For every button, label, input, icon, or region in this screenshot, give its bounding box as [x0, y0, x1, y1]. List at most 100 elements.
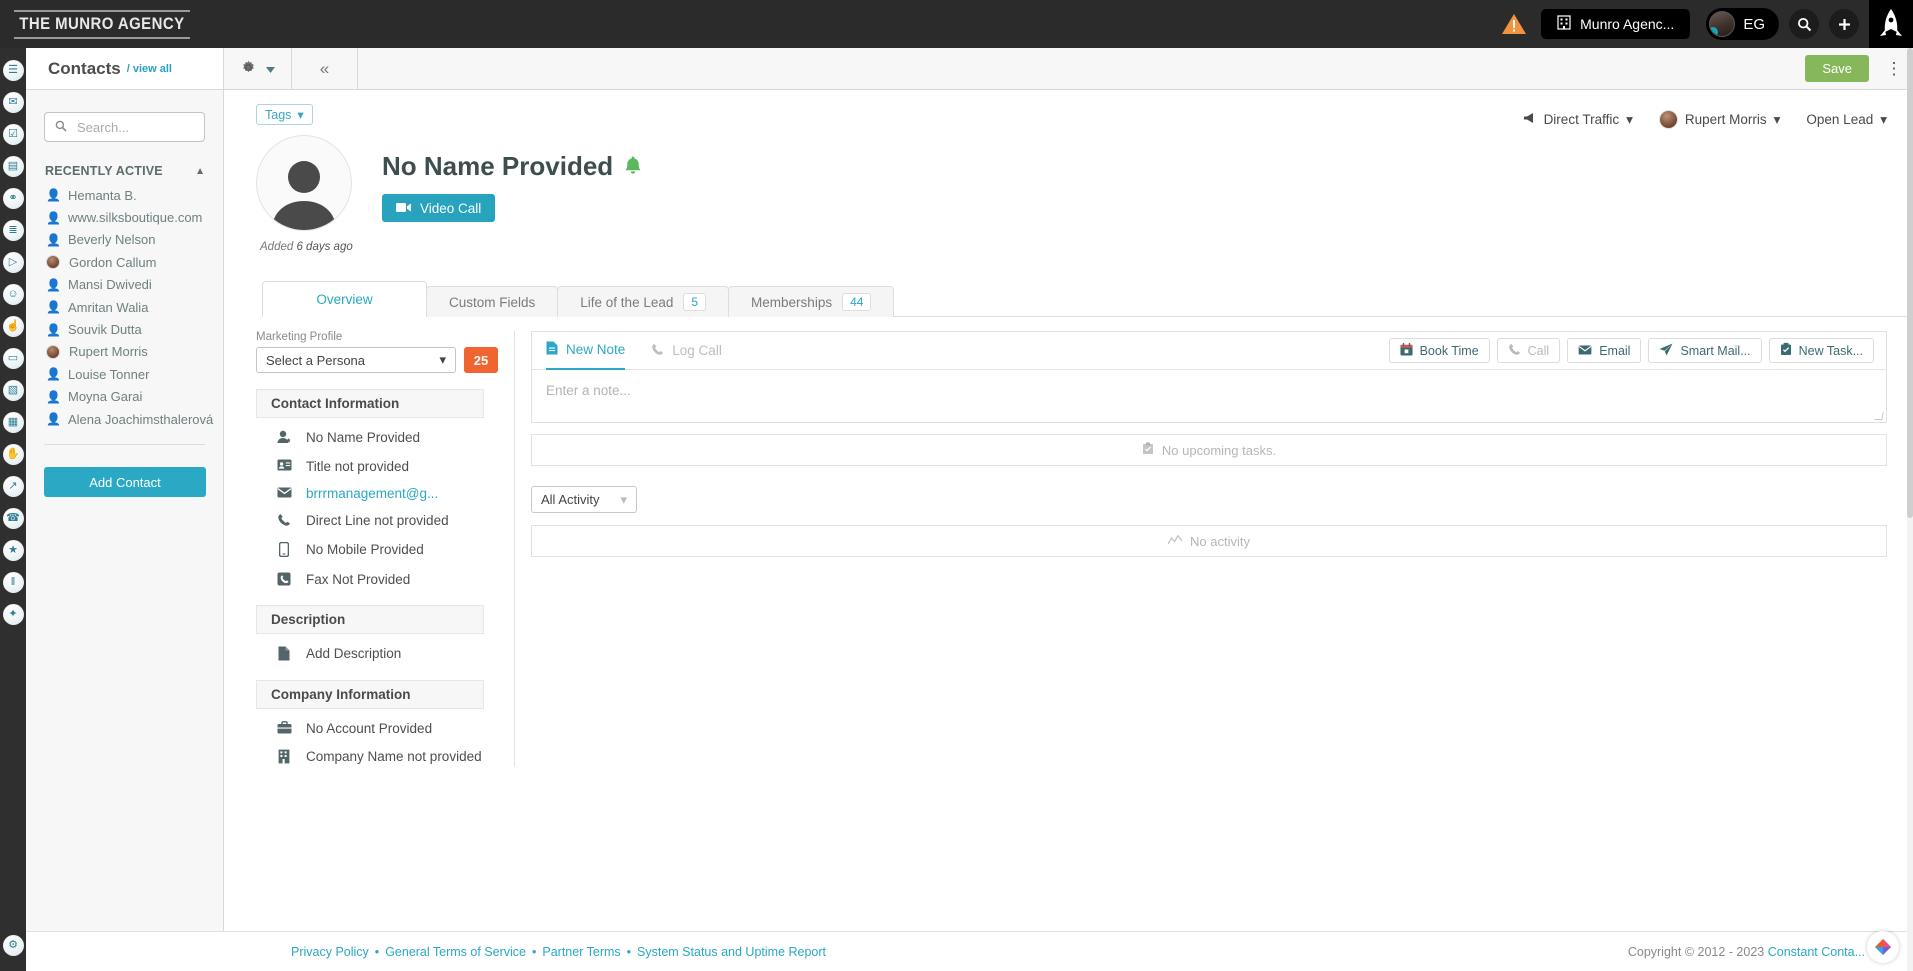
info-row[interactable]: Direct Line not provided	[256, 501, 496, 530]
rail-item-social[interactable]: ☝	[0, 310, 26, 342]
rail-item-clipboard[interactable]: ☑	[0, 118, 26, 150]
info-row[interactable]: No Mobile Provided	[256, 530, 496, 560]
list-item[interactable]: 👤 Alena Joachimsthalerová	[46, 408, 223, 430]
list-item[interactable]: 👤 Moyna Garai	[46, 386, 223, 408]
footer-link[interactable]: Partner Terms	[542, 945, 620, 959]
avatar	[46, 255, 60, 270]
list-item[interactable]: 👤 www.silksboutique.com	[46, 206, 223, 228]
contact-avatar[interactable]	[256, 135, 352, 231]
settings-gear-icon[interactable]: ⚙	[2, 934, 24, 956]
info-value[interactable]: brrrmanagement@g...	[306, 486, 438, 501]
lead-status-dropdown[interactable]: Open Lead ▾	[1806, 112, 1887, 128]
search-input[interactable]	[75, 118, 194, 136]
tab-memberships[interactable]: Memberships 44	[728, 286, 895, 317]
list-item[interactable]: 👤 Hemanta B.	[46, 184, 223, 206]
info-row[interactable]: No Name Provided	[256, 418, 496, 447]
rail-item-email[interactable]: ✉	[0, 86, 26, 118]
add-contact-button[interactable]: Add Contact	[44, 467, 206, 498]
video-call-button[interactable]: Video Call	[382, 194, 496, 222]
list-item[interactable]: Gordon Callum	[46, 251, 223, 273]
tab-life-of-the-lead[interactable]: Life of the Lead 5	[557, 286, 730, 317]
list-item[interactable]: 👤 Souvik Dutta	[46, 318, 223, 340]
info-row[interactable]: Company Name not provided	[256, 737, 496, 767]
user-menu-button[interactable]: EG	[1706, 8, 1779, 40]
tab-custom-fields[interactable]: Custom Fields	[426, 286, 559, 317]
page-title-text: Contacts	[48, 58, 121, 78]
info-row[interactable]: Title not provided	[256, 447, 496, 474]
rail-item-automation[interactable]: ⚭	[0, 182, 26, 214]
gear-icon	[241, 60, 256, 78]
list-item[interactable]: 👤 Louise Tonner	[46, 363, 223, 385]
view-all-link[interactable]: / view all	[127, 63, 172, 75]
rail-item-support[interactable]: ☎	[0, 502, 26, 534]
ads-icon: ▭	[2, 347, 24, 369]
rail-item-calendar[interactable]: ▦	[0, 406, 26, 438]
footer-link[interactable]: Privacy Policy	[291, 945, 369, 959]
lead-source-dropdown[interactable]: Direct Traffic ▾	[1523, 112, 1633, 128]
clipboard-icon: ☑	[2, 123, 24, 145]
phone-icon	[1508, 343, 1521, 359]
scrollbar-thumb[interactable]	[1907, 48, 1913, 518]
action-call[interactable]: Call	[1496, 338, 1561, 363]
note-input[interactable]: Enter a note...	[532, 370, 1886, 422]
lead-score-badge[interactable]: 25	[464, 347, 498, 373]
rail-item-chat[interactable]: ☺	[0, 278, 26, 310]
rail-item-partners[interactable]: ✋	[0, 438, 26, 470]
action-email[interactable]: Email	[1567, 338, 1642, 363]
company-link[interactable]: Constant Conta...	[1768, 945, 1865, 959]
id-card-icon	[276, 459, 292, 474]
list-item[interactable]: 👤 Beverly Nelson	[46, 229, 223, 251]
collapse-left-icon[interactable]: «	[292, 48, 358, 89]
footer-link[interactable]: General Terms of Service	[385, 945, 526, 959]
footer-link[interactable]: System Status and Uptime Report	[637, 945, 826, 959]
kebab-menu-icon[interactable]: ⋮	[1881, 48, 1907, 89]
activity-filter-select[interactable]: All Activity ▾	[531, 486, 637, 513]
rail-item-lists[interactable]: ≣	[0, 214, 26, 246]
page-scrollbar[interactable]	[1907, 48, 1913, 971]
info-row[interactable]: No Account Provided	[256, 709, 496, 737]
action-smart-mail[interactable]: Smart Mail...	[1648, 338, 1762, 363]
list-item[interactable]: Rupert Morris	[46, 341, 223, 363]
plus-icon[interactable]	[1829, 9, 1859, 39]
action-new-task[interactable]: New Task...	[1768, 338, 1874, 363]
rail-settings[interactable]: ⚙	[0, 929, 26, 961]
list-item[interactable]: 👤 Amritan Walia	[46, 296, 223, 318]
phone-icon	[651, 343, 664, 359]
rail-item-campaigns[interactable]: ▷	[0, 246, 26, 278]
search-box[interactable]	[44, 112, 205, 142]
contact-name: Hemanta B.	[68, 187, 137, 203]
list-item[interactable]: 👤 Mansi Dwivedi	[46, 274, 223, 296]
rail-item-leads[interactable]: ★	[0, 534, 26, 566]
constant-contact-logo-icon[interactable]	[1867, 930, 1899, 963]
document-icon	[276, 646, 292, 664]
green-bell-icon[interactable]	[624, 151, 642, 182]
rail-item-security[interactable]: ✦	[0, 598, 26, 630]
info-sections: Contact Information No Name Provided Title…	[256, 389, 514, 767]
overview-panes: Marketing Profile Select a Persona ▾ 25 …	[224, 317, 1913, 767]
info-row[interactable]: brrrmanagement@g...	[256, 474, 496, 501]
search-icon[interactable]	[1789, 9, 1819, 39]
tags-dropdown-button[interactable]: Tags ▾	[256, 104, 313, 125]
rail-item-landing-pages[interactable]: ▧	[0, 374, 26, 406]
rail-item-contacts[interactable]: ☰	[0, 54, 26, 86]
rail-item-ads[interactable]: ▭	[0, 342, 26, 374]
recently-active-header[interactable]: RECENTLY ACTIVE ▲	[26, 142, 223, 184]
owner-dropdown[interactable]: Rupert Morris ▾	[1658, 110, 1780, 129]
note-tab-log-call[interactable]: Log Call	[651, 332, 722, 370]
account-switcher-button[interactable]: Munro Agenc...	[1541, 9, 1691, 39]
action-book-time[interactable]: Book Time	[1388, 338, 1490, 363]
tab-overview[interactable]: Overview	[262, 281, 427, 317]
rail-item-guides[interactable]: ▤	[0, 150, 26, 182]
persona-select[interactable]: Select a Persona ▾	[256, 347, 456, 373]
rail-item-reports[interactable]: ‖	[0, 566, 26, 598]
info-row[interactable]: Add Description	[256, 634, 496, 664]
note-tab-new-note[interactable]: New Note	[546, 332, 626, 370]
warning-triangle-icon[interactable]	[1501, 11, 1527, 37]
rocket-logo-icon[interactable]	[1869, 0, 1913, 48]
chevron-up-icon[interactable]: ▲	[195, 166, 205, 177]
resize-handle-icon[interactable]	[1874, 412, 1884, 420]
save-button[interactable]: Save	[1805, 55, 1869, 82]
rail-item-analytics[interactable]: ↗	[0, 470, 26, 502]
info-row[interactable]: Fax Not Provided	[256, 560, 496, 589]
page-settings-button[interactable]	[224, 48, 292, 89]
